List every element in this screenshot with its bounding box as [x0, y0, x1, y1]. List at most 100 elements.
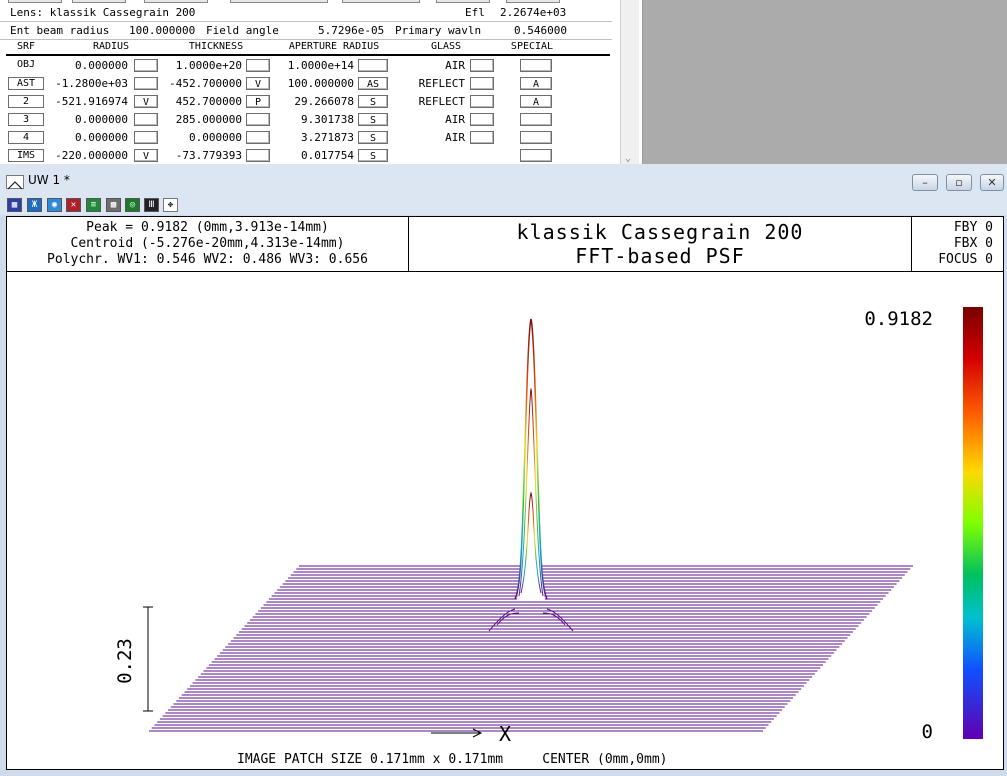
aperture-solve-box[interactable]	[358, 59, 388, 72]
radius-cell[interactable]: 0.000000	[46, 129, 128, 147]
special-box[interactable]: A	[520, 77, 552, 90]
radius-cell[interactable]: -1.2800e+03	[46, 75, 128, 93]
radius-solve-box[interactable]	[134, 131, 158, 144]
uw1-titlebar[interactable]: UW 1 * – ▫ ✕	[0, 164, 1007, 195]
thickness-cell[interactable]: -452.700000	[162, 75, 242, 93]
thickness-cell[interactable]: 0.000000	[162, 129, 242, 147]
scroll-down-icon[interactable]: ⌄	[625, 153, 631, 164]
plot-frame: Peak = 0.9182 (0mm,3.913e-14mm) Centroid…	[6, 216, 1004, 770]
field-focus-info: FBY 0 FBX 0 FOCUS 0	[913, 217, 1003, 271]
target-icon[interactable]: ◎	[125, 198, 140, 212]
plot-title-block: klassik Cassegrain 200 FFT-based PSF	[409, 217, 912, 271]
aperture-solve-box[interactable]: S	[358, 113, 388, 126]
special-box[interactable]	[520, 59, 552, 72]
radius-solve-box[interactable]	[134, 77, 158, 90]
lens-name: Lens: klassik Cassegrain 200	[10, 6, 196, 19]
pattern-icon[interactable]: ▩	[106, 198, 121, 212]
beam-info-row: Ent beam radius 100.000000 Field angle 5…	[0, 22, 612, 40]
fan-icon[interactable]: ✕	[66, 198, 81, 212]
radius-solve-box[interactable]	[134, 113, 158, 126]
plot-title: klassik Cassegrain 200	[516, 220, 804, 244]
col-header-glass: GLASS	[430, 41, 462, 52]
special-box[interactable]	[520, 149, 552, 162]
glass-box[interactable]	[470, 95, 494, 108]
surface-number-button[interactable]: 4	[8, 131, 44, 144]
thickness-solve-box[interactable]: V	[246, 77, 270, 90]
thickness-solve-box[interactable]	[246, 113, 270, 126]
thickness-solve-box[interactable]: P	[246, 95, 270, 108]
efl-value[interactable]: 2.2674e+03	[500, 4, 566, 21]
restore-button[interactable]: ▫	[946, 174, 972, 191]
uw1-window: UW 1 * – ▫ ✕ ▦ Ж ◉ ✕ ≡ ▩ ◎ Ⅲ ✥ Peak = 0.…	[0, 164, 1007, 776]
lens-scrollbar[interactable]: ⌄	[620, 0, 639, 164]
thickness-solve-box[interactable]	[246, 131, 270, 144]
glass-cell[interactable]: AIR	[401, 57, 465, 75]
color-scale-bar: 0.9182 0	[864, 307, 983, 743]
surface-table-header: SRF RADIUS THICKNESS APERTURE RADIUS GLA…	[6, 40, 610, 56]
x-axis-label: X	[499, 722, 511, 746]
toolbar-stub	[506, 0, 560, 3]
x-axis-indicator: X	[431, 722, 511, 746]
surface-number-button[interactable]: 3	[8, 113, 44, 126]
field-angle-value[interactable]: 5.7296e-05	[318, 22, 384, 39]
bars-icon[interactable]: Ⅲ	[144, 198, 159, 212]
radius-cell[interactable]: -220.000000	[46, 147, 128, 164]
lens-info-row: Lens: klassik Cassegrain 200 Efl 2.2674e…	[0, 4, 612, 22]
surface-number-button[interactable]: OBJ	[8, 59, 44, 72]
close-button[interactable]: ✕	[980, 174, 1004, 191]
efl-label: Efl	[465, 6, 485, 19]
col-header-aperture: APERTURE RADIUS	[288, 41, 380, 52]
radius-solve-box[interactable]	[134, 59, 158, 72]
thickness-solve-box[interactable]	[246, 149, 270, 162]
glass-box[interactable]	[470, 77, 494, 90]
glass-cell[interactable]: REFLECT	[401, 75, 465, 93]
rays-icon[interactable]: Ж	[27, 198, 42, 212]
surface-number-button[interactable]: IMS	[8, 149, 44, 162]
glass-box[interactable]	[470, 131, 494, 144]
glass-box[interactable]	[470, 113, 494, 126]
minimize-button[interactable]: –	[912, 174, 938, 191]
window-title: UW 1 *	[28, 173, 70, 187]
fby-text: FBY 0	[953, 220, 993, 235]
ent-beam-value[interactable]: 100.000000	[129, 22, 195, 39]
glass-cell[interactable]: AIR	[401, 111, 465, 129]
radius-cell[interactable]: 0.000000	[46, 57, 128, 75]
radius-cell[interactable]: 0.000000	[46, 111, 128, 129]
thickness-solve-box[interactable]	[246, 59, 270, 72]
thickness-cell[interactable]: 452.700000	[162, 93, 242, 111]
surface-number-button[interactable]: 2	[8, 95, 44, 108]
focus-text: FOCUS 0	[938, 252, 993, 267]
grid-plot-icon[interactable]: ▦	[7, 198, 22, 212]
lens-spreadsheet-window: Lens: klassik Cassegrain 200 Efl 2.2674e…	[0, 0, 643, 164]
aperture-solve-box[interactable]: AS	[358, 77, 388, 90]
colorbar-min-label: 0	[922, 721, 933, 743]
aperture-cell[interactable]: 100.000000	[280, 75, 354, 93]
aperture-solve-box[interactable]: S	[358, 149, 388, 162]
special-box[interactable]: A	[520, 95, 552, 108]
aperture-cell[interactable]: 3.271873	[280, 129, 354, 147]
glass-box[interactable]	[470, 59, 494, 72]
aperture-cell[interactable]: 9.301738	[280, 111, 354, 129]
move-icon[interactable]: ✥	[163, 198, 178, 212]
thickness-cell[interactable]: 285.000000	[162, 111, 242, 129]
aperture-cell[interactable]: 1.0000e+14	[280, 57, 354, 75]
plot-toolbar: ▦ Ж ◉ ✕ ≡ ▩ ◎ Ⅲ ✥	[0, 195, 1007, 215]
scale-bar-label: 0.23	[114, 638, 136, 684]
aperture-solve-box[interactable]: S	[358, 95, 388, 108]
spot-icon[interactable]: ◉	[47, 198, 62, 212]
aperture-cell[interactable]: 29.266078	[280, 93, 354, 111]
special-box[interactable]	[520, 131, 552, 144]
radius-cell[interactable]: -521.916974	[46, 93, 128, 111]
radius-solve-box[interactable]: V	[134, 149, 158, 162]
aperture-solve-box[interactable]: S	[358, 131, 388, 144]
surface-number-button[interactable]: AST	[8, 77, 44, 90]
thickness-cell[interactable]: -73.779393	[162, 147, 242, 164]
aperture-cell[interactable]: 0.017754	[280, 147, 354, 164]
thickness-cell[interactable]: 1.0000e+20	[162, 57, 242, 75]
glass-cell[interactable]: REFLECT	[401, 93, 465, 111]
primary-wavln-value[interactable]: 0.546000	[514, 22, 567, 39]
glass-cell[interactable]: AIR	[401, 129, 465, 147]
stripes-icon[interactable]: ≡	[86, 198, 101, 212]
radius-solve-box[interactable]: V	[134, 95, 158, 108]
special-box[interactable]	[520, 113, 552, 126]
